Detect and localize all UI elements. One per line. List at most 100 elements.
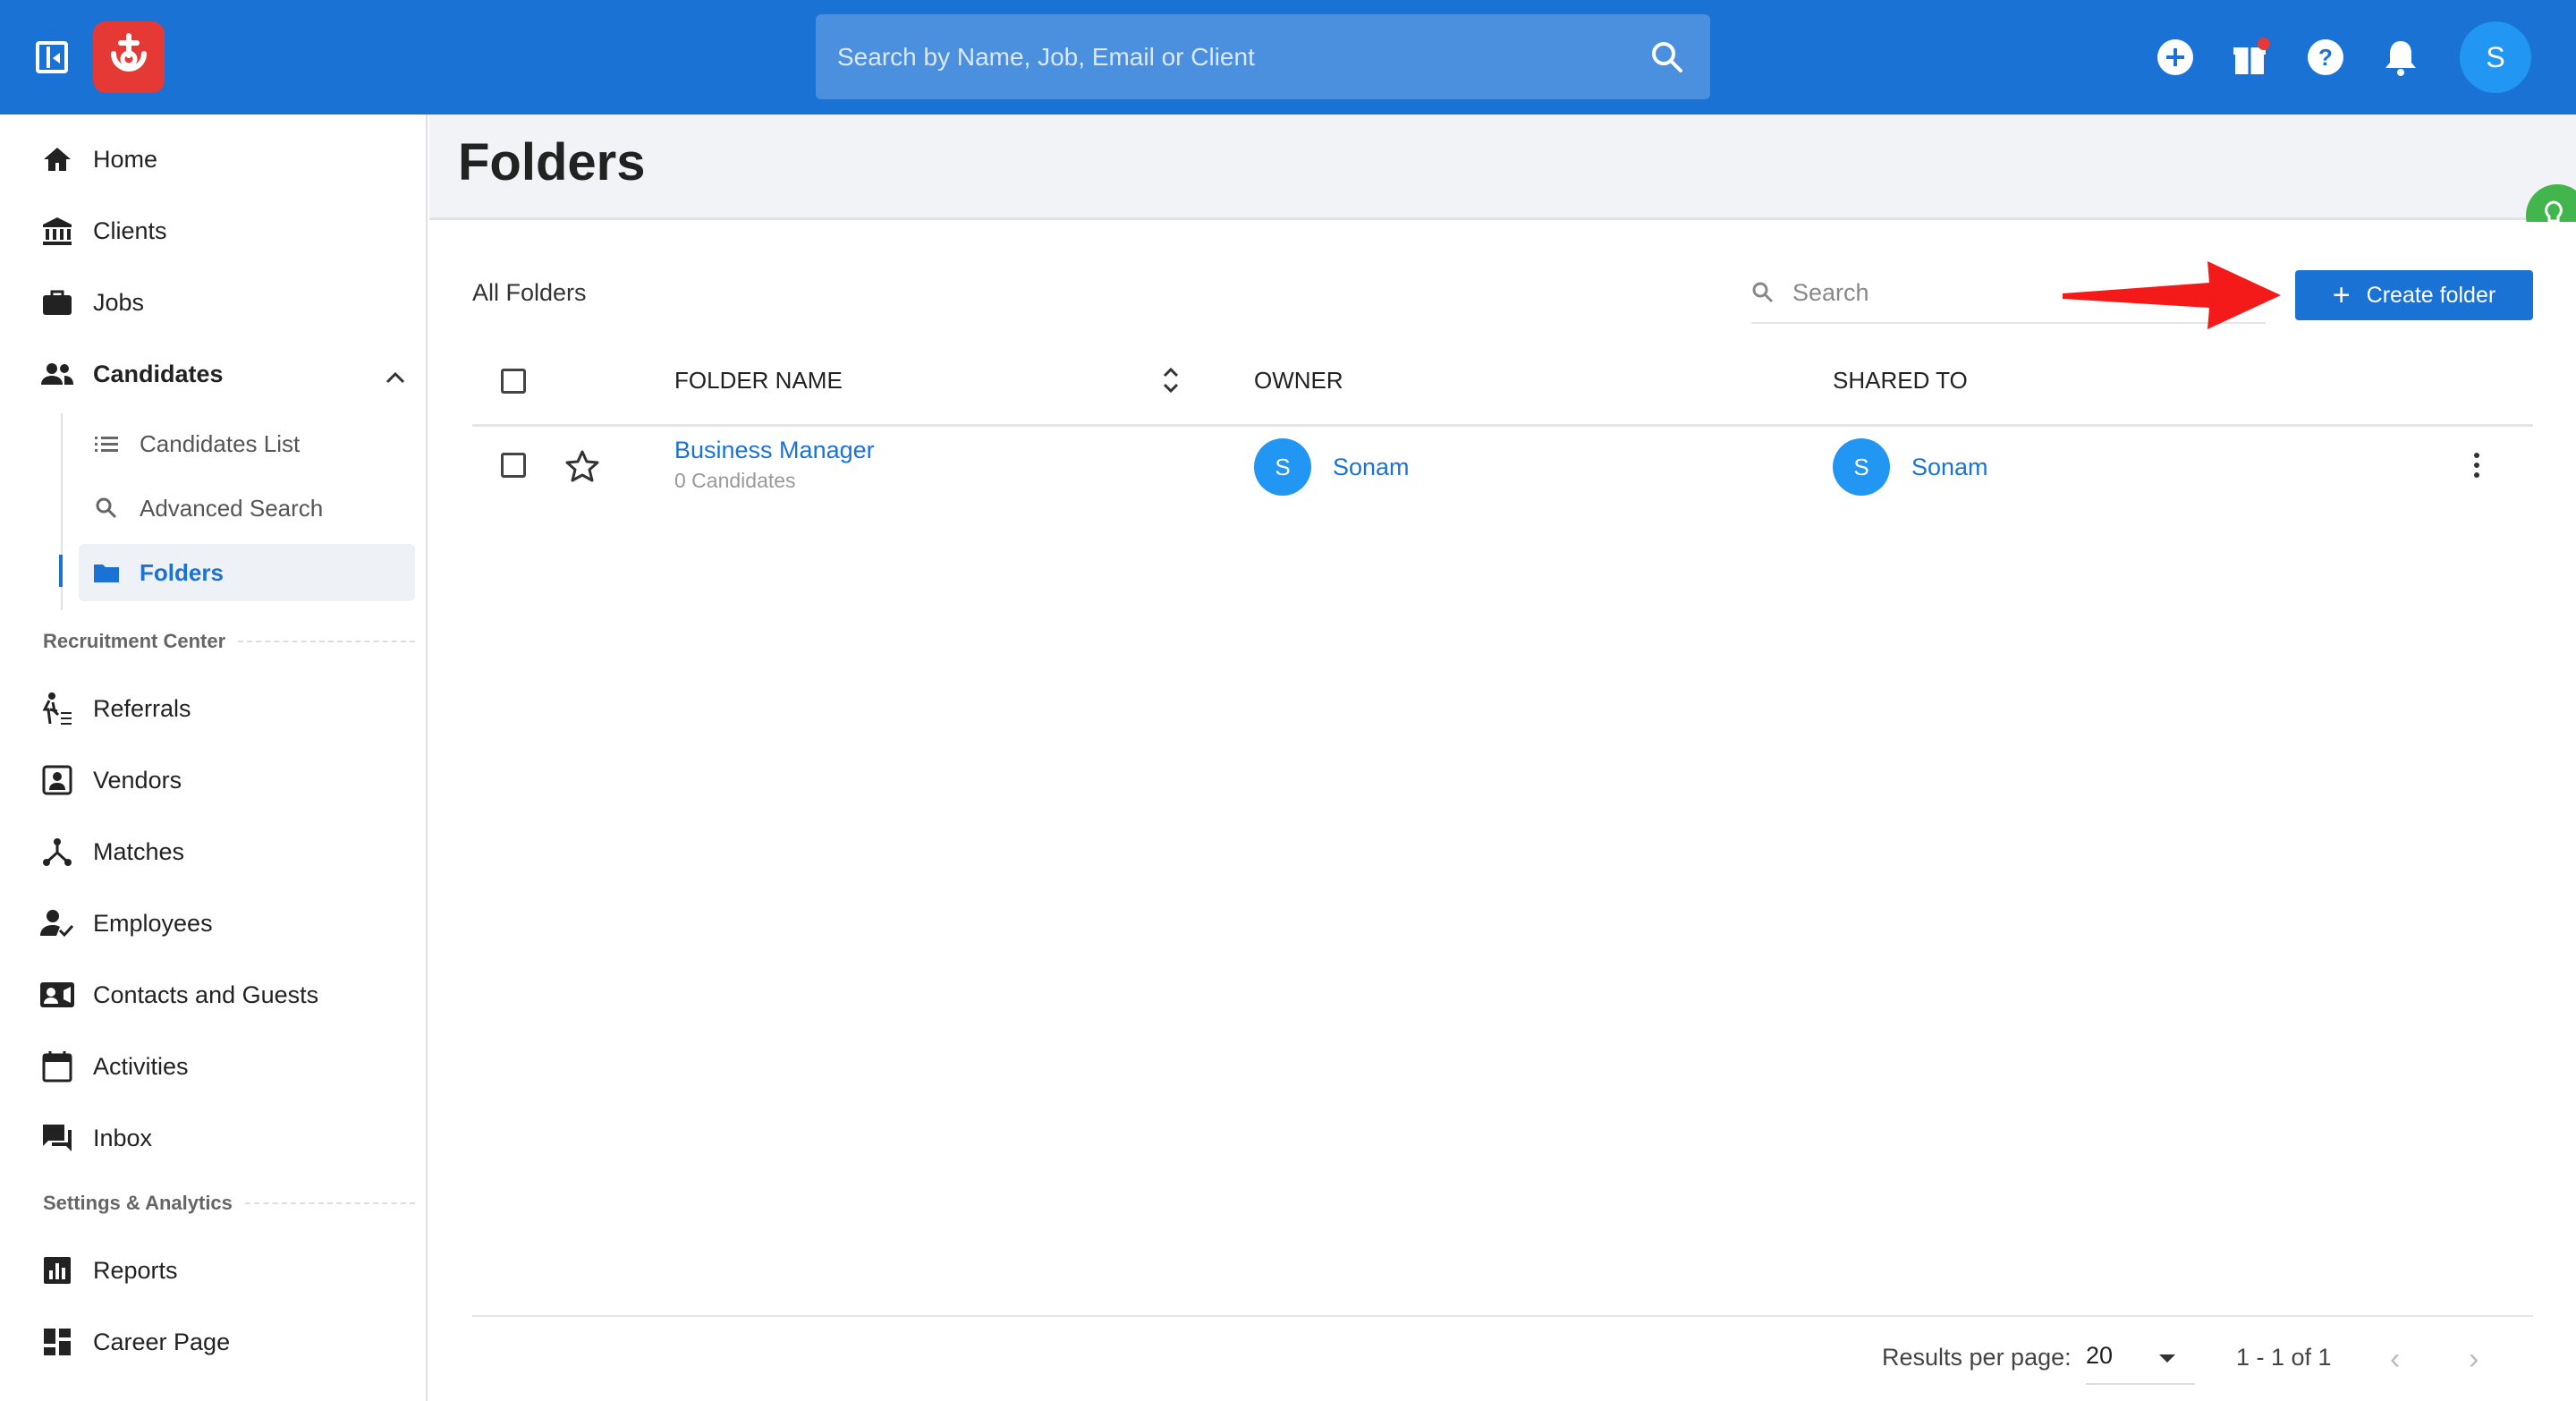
- search-icon[interactable]: [1649, 39, 1685, 75]
- add-icon[interactable]: [2154, 36, 2197, 79]
- sidebar-item-referrals[interactable]: Referrals: [39, 687, 191, 730]
- global-search-placeholder: Search by Name, Job, Email or Client: [837, 43, 1255, 71]
- annotation-arrow: [2063, 261, 2281, 329]
- column-header-owner: OWNER: [1254, 367, 1343, 394]
- star-icon[interactable]: [565, 449, 599, 488]
- sidebar-sub-label: Folders: [140, 558, 224, 586]
- shared-to-cell[interactable]: S Sonam: [1833, 438, 1988, 496]
- dashboard-icon: [39, 1324, 75, 1360]
- results-per-page-value: 20: [2086, 1342, 2114, 1369]
- section-title: Settings & Analytics: [43, 1192, 233, 1214]
- sidebar-item-candidates-list[interactable]: Candidates List: [93, 424, 300, 463]
- column-header-folder-name[interactable]: FOLDER NAME: [674, 367, 843, 395]
- sidebar-item-home[interactable]: Home: [39, 138, 157, 181]
- sidebar-item-career-page[interactable]: Career Page: [39, 1320, 230, 1363]
- sort-icon[interactable]: [1161, 365, 1181, 400]
- plus-icon: +: [2332, 278, 2351, 312]
- sidebar-item-label: Home: [93, 145, 158, 173]
- search-icon: [93, 495, 120, 522]
- create-folder-label: Create folder: [2366, 282, 2496, 308]
- section-title: Recruitment Center: [43, 630, 226, 652]
- global-search-input[interactable]: Search by Name, Job, Email or Client: [816, 14, 1710, 99]
- people-icon: [39, 356, 75, 392]
- search-icon: [1752, 282, 1774, 303]
- sidebar-item-label: Activities: [93, 1052, 189, 1080]
- sidebar-item-label: Vendors: [93, 766, 182, 794]
- sidebar-item-activities[interactable]: Activities: [39, 1045, 189, 1088]
- create-folder-button[interactable]: + Create folder: [2295, 270, 2533, 320]
- list-icon: [93, 430, 120, 457]
- sidebar-item-vendors[interactable]: Vendors: [39, 759, 182, 802]
- sidebar-item-clients[interactable]: Clients: [39, 209, 167, 252]
- inbox-icon: [39, 1120, 75, 1156]
- avatar: S: [1254, 438, 1311, 496]
- more-options-icon[interactable]: [2474, 453, 2481, 481]
- gift-icon[interactable]: [2229, 36, 2272, 79]
- row-checkbox[interactable]: [501, 453, 526, 478]
- chevron-up-icon[interactable]: [385, 363, 406, 391]
- shared-name: Sonam: [1911, 453, 1988, 480]
- owner-cell[interactable]: S Sonam: [1254, 438, 1410, 496]
- results-per-page-label: Results per page:: [1882, 1344, 2072, 1371]
- prev-page-icon[interactable]: ‹: [2390, 1342, 2400, 1377]
- sidebar-toggle-icon[interactable]: [36, 41, 68, 73]
- section-label-recruitment: Recruitment Center: [43, 630, 415, 653]
- sidebar-item-label: Jobs: [93, 288, 145, 316]
- sidebar-item-label: Career Page: [93, 1328, 231, 1355]
- dropdown-arrow-icon: [2159, 1354, 2175, 1371]
- sidebar-item-advanced-search[interactable]: Advanced Search: [93, 488, 323, 528]
- sidebar-item-label: Candidates: [93, 360, 224, 387]
- help-icon[interactable]: ?: [2304, 36, 2347, 79]
- sidebar-item-label: Matches: [93, 837, 185, 865]
- folder-icon: [93, 559, 120, 586]
- avatar: S: [1833, 438, 1890, 496]
- column-header-shared-to: SHARED TO: [1833, 367, 1968, 394]
- active-indicator: [59, 555, 63, 587]
- select-all-checkbox[interactable]: [501, 369, 526, 394]
- results-per-page-select[interactable]: 20: [2086, 1342, 2195, 1385]
- sidebar-item-label: Inbox: [93, 1124, 153, 1151]
- sidebar-item-reports[interactable]: Reports: [39, 1249, 178, 1292]
- reports-icon: [39, 1252, 75, 1288]
- calendar-icon: [39, 1049, 75, 1084]
- app-logo[interactable]: [93, 21, 165, 93]
- matches-icon: [39, 834, 75, 870]
- sidebar-item-folders[interactable]: Folders: [93, 553, 224, 592]
- bank-icon: [39, 213, 75, 249]
- owner-name: Sonam: [1333, 453, 1410, 480]
- sidebar-item-matches[interactable]: Matches: [39, 830, 184, 873]
- notifications-bell-icon[interactable]: [2379, 36, 2422, 79]
- vendor-icon: [39, 762, 75, 798]
- page-header: Folders: [429, 115, 2576, 220]
- folder-name-link[interactable]: Business Manager: [674, 437, 875, 464]
- folder-search-placeholder: Search: [1792, 279, 1869, 306]
- svg-text:?: ?: [2318, 44, 2333, 71]
- table-footer-divider: [472, 1315, 2533, 1317]
- sidebar-item-label: Reports: [93, 1256, 178, 1284]
- folder-candidate-count: 0 Candidates: [674, 469, 796, 492]
- sidebar-sub-label: Advanced Search: [140, 494, 324, 522]
- sidebar-item-label: Clients: [93, 217, 167, 244]
- pagination-range: 1 - 1 of 1: [2236, 1344, 2332, 1371]
- sidebar-sub-label: Candidates List: [140, 429, 301, 457]
- contacts-icon: [39, 977, 75, 1013]
- main-content: [429, 222, 2576, 1401]
- sidebar-item-inbox[interactable]: Inbox: [39, 1117, 152, 1159]
- user-avatar[interactable]: S: [2460, 21, 2531, 93]
- sidebar-item-label: Contacts and Guests: [93, 981, 319, 1008]
- sidebar-item-jobs[interactable]: Jobs: [39, 281, 144, 324]
- page-title: Folders: [458, 133, 646, 191]
- top-bar: Search by Name, Job, Email or Client ? S: [0, 0, 2576, 115]
- next-page-icon[interactable]: ›: [2469, 1342, 2479, 1377]
- section-label-settings: Settings & Analytics: [43, 1192, 415, 1215]
- all-folders-label: All Folders: [472, 279, 587, 306]
- referral-icon: [39, 691, 75, 726]
- home-icon: [39, 141, 75, 177]
- sidebar-item-label: Referrals: [93, 694, 191, 722]
- sidebar-item-employees[interactable]: Employees: [39, 902, 213, 945]
- sidebar-item-candidates[interactable]: Candidates: [39, 352, 406, 395]
- sidebar-item-contacts[interactable]: Contacts and Guests: [39, 973, 318, 1016]
- employee-icon: [39, 905, 75, 941]
- table-header-divider: [472, 424, 2533, 427]
- sidebar-item-label: Employees: [93, 909, 213, 937]
